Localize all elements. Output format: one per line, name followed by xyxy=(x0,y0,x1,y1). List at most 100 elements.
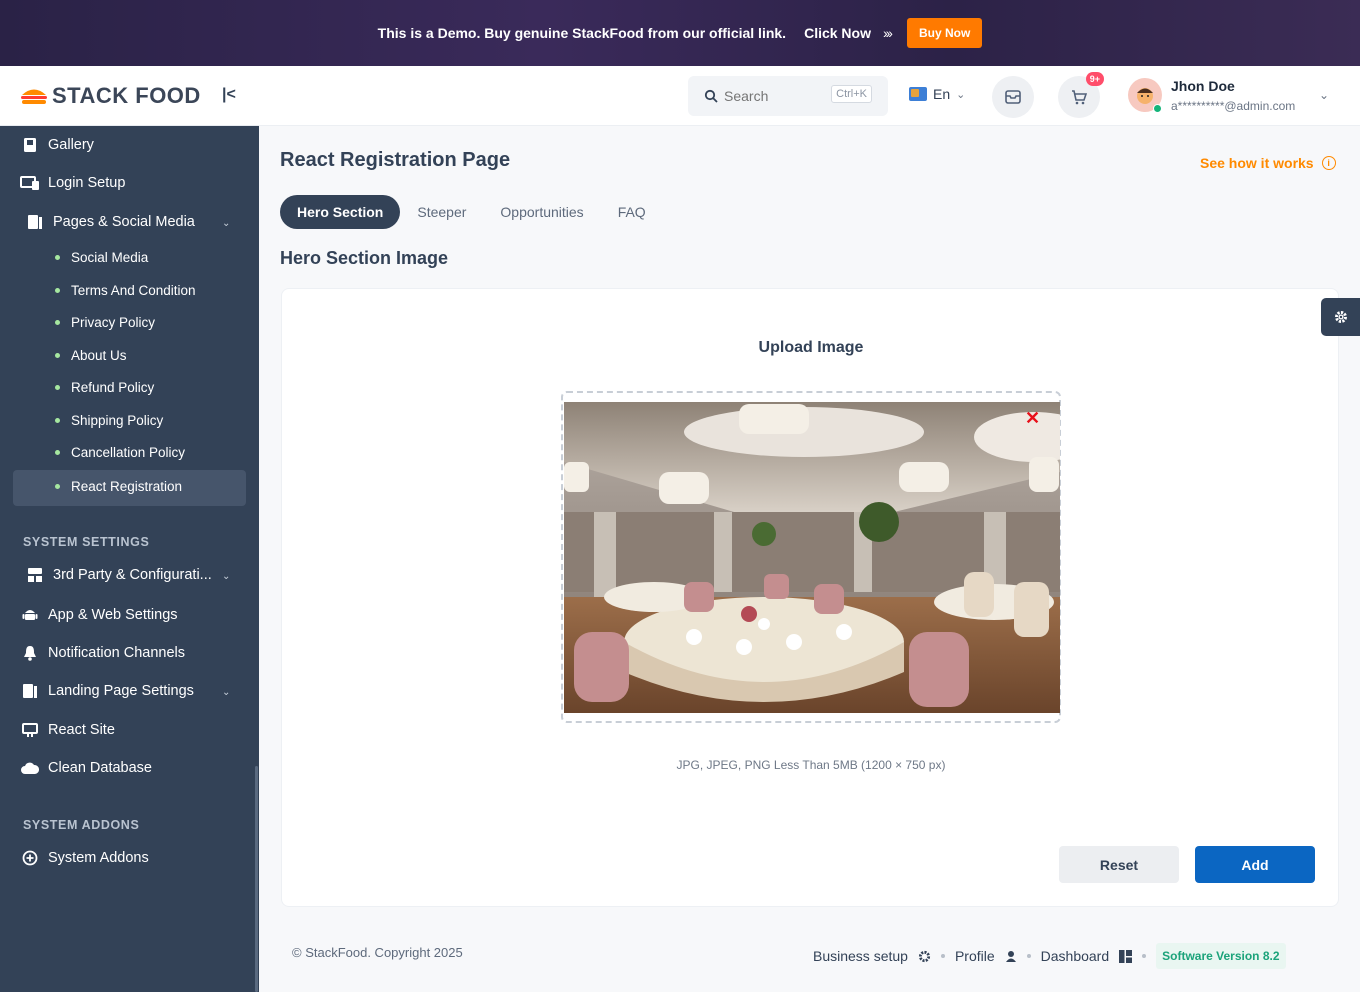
bullet-icon xyxy=(55,484,60,489)
sub-item-label: Social Media xyxy=(71,250,149,265)
tab-steeper[interactable]: Steeper xyxy=(400,195,483,229)
search-box[interactable]: Ctrl+K xyxy=(688,76,888,116)
cart-button[interactable]: 9+ xyxy=(1058,72,1104,118)
sidebar-scrollbar[interactable] xyxy=(255,766,258,992)
sub-item-privacy[interactable]: Privacy Policy xyxy=(55,315,155,330)
footer-links: Business setup Profile Dashboard Softwar… xyxy=(813,943,1286,969)
sidebar-item-system-addons[interactable]: System Addons xyxy=(20,849,149,867)
system-addons-heading: SYSTEM ADDONS xyxy=(23,818,140,832)
arrows-icon: ››› xyxy=(882,25,893,41)
react-site-icon xyxy=(20,721,40,739)
cloud-icon xyxy=(20,759,40,777)
settings-panel-toggle[interactable] xyxy=(1321,298,1360,336)
image-dropzone[interactable]: ✕ xyxy=(561,391,1061,723)
brand-logo-text: STACK FOOD xyxy=(52,82,201,108)
sub-item-label: Terms And Condition xyxy=(71,283,196,298)
user-avatar-icon xyxy=(1137,88,1153,104)
sub-item-label: Shipping Policy xyxy=(71,413,164,428)
bullet-icon xyxy=(55,255,60,260)
user-name: Jhon Doe xyxy=(1171,78,1235,94)
banner-click-now-link[interactable]: Click Now xyxy=(804,25,871,41)
language-selector[interactable]: En ⌄ xyxy=(909,86,965,102)
sidebar-item-gallery[interactable]: Gallery xyxy=(20,136,94,154)
system-settings-heading: SYSTEM SETTINGS xyxy=(23,535,150,549)
sub-item-terms[interactable]: Terms And Condition xyxy=(55,283,196,298)
sidebar-item-label: Login Setup xyxy=(48,175,126,191)
sidebar-item-pages-social-media[interactable]: Pages & Social Media xyxy=(25,213,195,231)
tab-faq[interactable]: FAQ xyxy=(601,195,663,229)
sidebar-item-react-site[interactable]: React Site xyxy=(20,721,115,739)
gallery-icon xyxy=(20,136,40,154)
separator-dot xyxy=(1142,954,1147,958)
sub-item-label: Privacy Policy xyxy=(71,315,156,330)
sub-item-label: Refund Policy xyxy=(71,380,155,395)
sidebar-item-label: System Addons xyxy=(48,850,149,866)
sub-item-cancellation[interactable]: Cancellation Policy xyxy=(55,445,185,460)
cart-icon xyxy=(1072,89,1087,104)
sidebar: STACK FOOD |< Gallery Login Setup Pages … xyxy=(0,66,259,992)
pages-icon xyxy=(25,213,45,231)
chevron-down-icon: ⌄ xyxy=(222,218,231,229)
sidebar-item-third-party[interactable]: 3rd Party & Configurati... xyxy=(25,566,212,584)
footer-dashboard-link[interactable]: Dashboard xyxy=(1041,948,1110,964)
sidebar-item-label: App & Web Settings xyxy=(48,607,178,623)
sub-item-label: Cancellation Policy xyxy=(71,445,186,460)
footer-copyright: © StackFood. Copyright 2025 xyxy=(292,945,463,960)
bullet-icon xyxy=(55,320,60,325)
chevron-down-icon: ⌄ xyxy=(222,571,231,582)
user-menu-chevron-icon[interactable]: ⌄ xyxy=(1319,88,1329,102)
sidebar-item-landing-page-settings[interactable]: Landing Page Settings xyxy=(20,682,194,700)
demo-banner: This is a Demo. Buy genuine StackFood fr… xyxy=(0,0,1360,66)
sub-item-react-registration[interactable]: React Registration xyxy=(55,479,182,494)
sidebar-item-clean-database[interactable]: Clean Database xyxy=(20,759,152,777)
see-how-it-works-link[interactable]: See how it works i xyxy=(1200,155,1336,171)
sub-item-label: React Registration xyxy=(71,479,183,494)
third-party-icon xyxy=(25,566,45,584)
tab-opportunities[interactable]: Opportunities xyxy=(483,195,600,229)
upload-card: Upload Image ✕ JPG, JPEG, PNG Less Than … xyxy=(281,288,1339,907)
sidebar-item-notification-channels[interactable]: Notification Channels xyxy=(20,644,185,662)
chevron-down-icon: ⌄ xyxy=(956,88,966,101)
language-flag-icon xyxy=(909,87,927,101)
tab-hero-section[interactable]: Hero Section xyxy=(280,195,401,229)
user-icon xyxy=(1005,950,1016,962)
sidebar-item-login-setup[interactable]: Login Setup xyxy=(20,174,125,192)
search-input[interactable] xyxy=(724,88,824,104)
messages-button[interactable] xyxy=(992,76,1034,118)
bullet-icon xyxy=(55,385,60,390)
separator-dot xyxy=(940,954,945,958)
sub-item-social-media[interactable]: Social Media xyxy=(55,250,148,265)
sub-item-label: About Us xyxy=(71,348,127,363)
sidebar-item-label: Pages & Social Media xyxy=(53,214,195,230)
section-title: Hero Section Image xyxy=(280,248,449,268)
footer-profile-link[interactable]: Profile xyxy=(955,948,995,964)
sub-item-refund[interactable]: Refund Policy xyxy=(55,380,154,395)
online-status-dot xyxy=(1153,104,1162,113)
sub-item-about-us[interactable]: About Us xyxy=(55,348,127,363)
footer-business-setup-link[interactable]: Business setup xyxy=(813,948,908,964)
upload-hint: JPG, JPEG, PNG Less Than 5MB (1200 × 750… xyxy=(676,758,946,772)
message-icon xyxy=(1005,90,1021,104)
burger-logo-icon xyxy=(21,89,47,104)
sidebar-item-label: React Site xyxy=(48,722,115,738)
how-link-label: See how it works xyxy=(1200,155,1314,171)
sub-item-shipping[interactable]: Shipping Policy xyxy=(55,413,163,428)
user-email: a**********@admin.com xyxy=(1171,99,1296,113)
add-button[interactable]: Add xyxy=(1195,846,1315,883)
bullet-icon xyxy=(55,450,60,455)
bullet-icon xyxy=(55,353,60,358)
buy-now-button[interactable]: Buy Now xyxy=(906,18,983,48)
sidebar-item-label: Clean Database xyxy=(48,760,152,776)
bell-icon xyxy=(20,644,40,662)
remove-image-icon[interactable]: ✕ xyxy=(1025,408,1040,429)
login-setup-icon xyxy=(20,174,40,192)
search-icon xyxy=(704,89,718,103)
sidebar-item-label: 3rd Party & Configurati... xyxy=(53,567,212,583)
sidebar-item-app-web-settings[interactable]: App & Web Settings xyxy=(20,606,178,624)
reset-button[interactable]: Reset xyxy=(1059,846,1179,883)
top-header: Ctrl+K En ⌄ 9+ Jhon Doe a**********@admi… xyxy=(259,66,1360,126)
sidebar-item-label: Landing Page Settings xyxy=(48,683,194,699)
sidebar-item-label: Gallery xyxy=(48,137,94,153)
collapse-sidebar-icon[interactable]: |< xyxy=(222,86,236,104)
search-shortcut: Ctrl+K xyxy=(831,85,872,103)
